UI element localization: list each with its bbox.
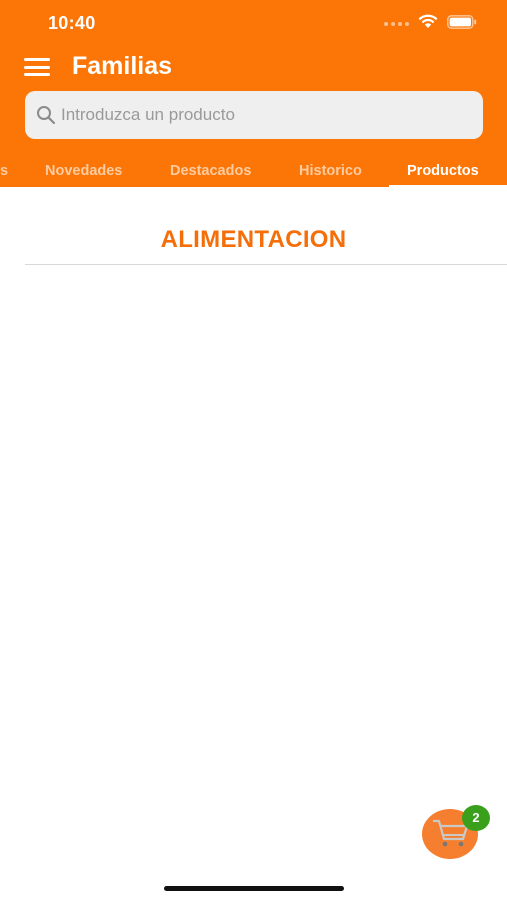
section-divider <box>25 264 507 265</box>
signal-icon <box>384 22 409 26</box>
page-title: Familias <box>72 52 173 80</box>
app-screen: 10:40 Familias Introduzca un producto s … <box>0 0 507 900</box>
tab-historico[interactable]: Historico <box>299 155 362 187</box>
search-icon <box>35 104 57 126</box>
search-input[interactable] <box>61 105 461 125</box>
tab-destacados[interactable]: Destacados <box>170 155 251 187</box>
home-indicator <box>164 886 344 891</box>
tab-novedades[interactable]: Novedades <box>45 155 122 187</box>
tab-partial[interactable]: s <box>0 155 8 187</box>
tab-bar: s Novedades Destacados Historico Product… <box>0 155 507 187</box>
battery-icon <box>447 14 477 34</box>
section-title: ALIMENTACION <box>160 226 347 253</box>
nav-row: Familias <box>0 48 507 88</box>
wifi-icon <box>418 14 438 34</box>
active-tab-indicator <box>389 185 507 188</box>
tab-productos[interactable]: Productos <box>407 155 479 187</box>
header-bar: 10:40 Familias Introduzca un producto s … <box>0 0 507 188</box>
status-time: 10:40 <box>48 13 96 33</box>
status-icons <box>384 14 477 34</box>
status-bar: 10:40 <box>0 0 507 48</box>
search-bar[interactable] <box>25 91 483 139</box>
hamburger-menu-icon[interactable] <box>24 56 52 78</box>
cart-count-badge: 2 <box>462 805 490 831</box>
